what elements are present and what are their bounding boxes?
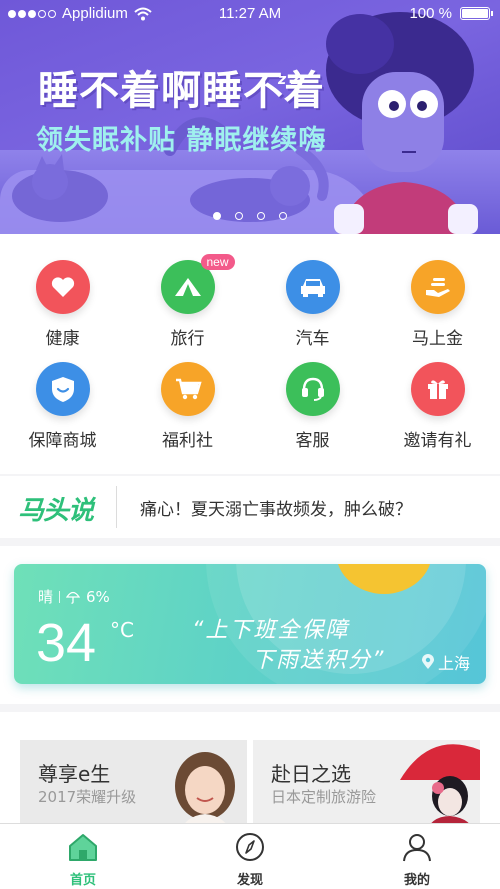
weather-condition: 晴 6% (38, 586, 110, 607)
promo-banner[interactable]: Applidium 11:27 AM 100 % 睡不着啊睡不着 z z 领失眠… (0, 0, 500, 234)
weather-card[interactable]: 晴 6% 34 °C “上下班全保障 下雨送积分” 上海 (14, 564, 486, 684)
location[interactable]: 上海 (421, 650, 470, 674)
user-icon (403, 834, 431, 862)
bottom-tab-bar: 首页 发现 我的 (0, 823, 500, 889)
temperature-unit: °C (110, 618, 134, 642)
promo-subtitle: 2017荣耀升级 (38, 788, 137, 806)
new-badge: new (200, 254, 235, 270)
home-screen: Applidium 11:27 AM 100 % 睡不着啊睡不着 z z 领失眠… (0, 0, 500, 889)
service-label: 健康 (45, 329, 80, 349)
service-label: 旅行 (170, 329, 205, 349)
promo-title: 尊享e生 (38, 762, 111, 786)
news-divider (116, 486, 117, 528)
location-pin-icon (421, 654, 434, 669)
news-ticker[interactable]: 马头说 痛心！夏天溺亡事故频发，肿么破？ (0, 476, 500, 538)
divider (59, 590, 61, 603)
news-brand-logo: 马头说 (18, 496, 94, 526)
tab-profile[interactable]: 我的 (334, 832, 500, 888)
promo-card-japan-travel[interactable]: 赴日之选 日本定制旅游险 (253, 740, 480, 836)
page-dot[interactable] (235, 212, 243, 220)
service-grid: 健康 new 旅行 汽车 马上金 保障商城 福利社 客服 邀请有礼 (0, 234, 500, 474)
heart-icon (35, 260, 90, 314)
temperature-value: 34 (36, 613, 97, 673)
service-customer-support[interactable]: 客服 (250, 362, 375, 451)
banner-subtitle: 领失眠补贴 静眠继续嗨 (36, 125, 327, 156)
page-dot[interactable] (279, 212, 287, 220)
coin-hand-icon (410, 260, 465, 314)
cart-icon (160, 362, 215, 416)
promo-subtitle: 日本定制旅游险 (271, 788, 377, 806)
weather-text: 晴 (38, 588, 54, 606)
news-headline[interactable]: 痛心！夏天溺亡事故频发，肿么破？ (140, 495, 412, 520)
humidity-value: 6% (86, 587, 110, 606)
banner-zzz: z z (278, 72, 300, 88)
compass-icon (236, 833, 264, 861)
umbrella-icon (66, 591, 81, 604)
service-invite-gift[interactable]: 邀请有礼 (375, 362, 500, 451)
service-quick-cash[interactable]: 马上金 (375, 260, 500, 349)
tent-icon: new (160, 254, 235, 314)
shield-smile-icon (35, 362, 90, 416)
service-label: 福利社 (162, 431, 213, 451)
geisha-umbrella-photo (400, 744, 480, 836)
promo-title: 赴日之选 (271, 762, 351, 786)
service-label: 保障商城 (28, 431, 97, 451)
tab-label: 我的 (403, 873, 430, 888)
tab-home[interactable]: 首页 (0, 832, 166, 888)
tab-label: 发现 (236, 873, 263, 888)
sleepless-character-illustration (12, 12, 478, 234)
home-icon (69, 834, 97, 861)
battery-percent: 100 % (409, 5, 452, 22)
car-icon (285, 260, 340, 314)
service-label: 汽车 (295, 329, 330, 349)
page-dot[interactable] (257, 212, 265, 220)
service-health[interactable]: 健康 (0, 260, 125, 349)
weather-slogan-line2: 下雨送积分” (252, 648, 386, 673)
service-car[interactable]: 汽车 (250, 260, 375, 349)
service-label: 客服 (295, 431, 330, 451)
page-dot[interactable] (213, 212, 221, 220)
city-name: 上海 (437, 654, 470, 673)
service-insurance-mall[interactable]: 保障商城 (0, 362, 125, 451)
tab-discover[interactable]: 发现 (167, 832, 333, 888)
weather-section: 晴 6% 34 °C “上下班全保障 下雨送积分” 上海 (0, 546, 500, 704)
tab-label: 首页 (69, 873, 96, 888)
status-bar: Applidium 11:27 AM 100 % (0, 0, 500, 28)
battery-icon (460, 7, 493, 20)
service-label: 马上金 (412, 329, 463, 349)
promo-card-health-plan[interactable]: 尊享e生 2017荣耀升级 (20, 740, 247, 836)
banner-page-indicator[interactable] (0, 212, 500, 220)
service-welfare[interactable]: 福利社 (125, 362, 250, 451)
promo-cards: 尊享e生 2017荣耀升级 赴日之选 日本定制旅游险 (0, 712, 500, 836)
service-label: 邀请有礼 (403, 431, 472, 451)
weather-slogan-line1: “上下班全保障 (192, 618, 350, 643)
gift-icon (410, 362, 465, 416)
headset-icon (285, 362, 340, 416)
service-travel[interactable]: new 旅行 (125, 254, 250, 349)
